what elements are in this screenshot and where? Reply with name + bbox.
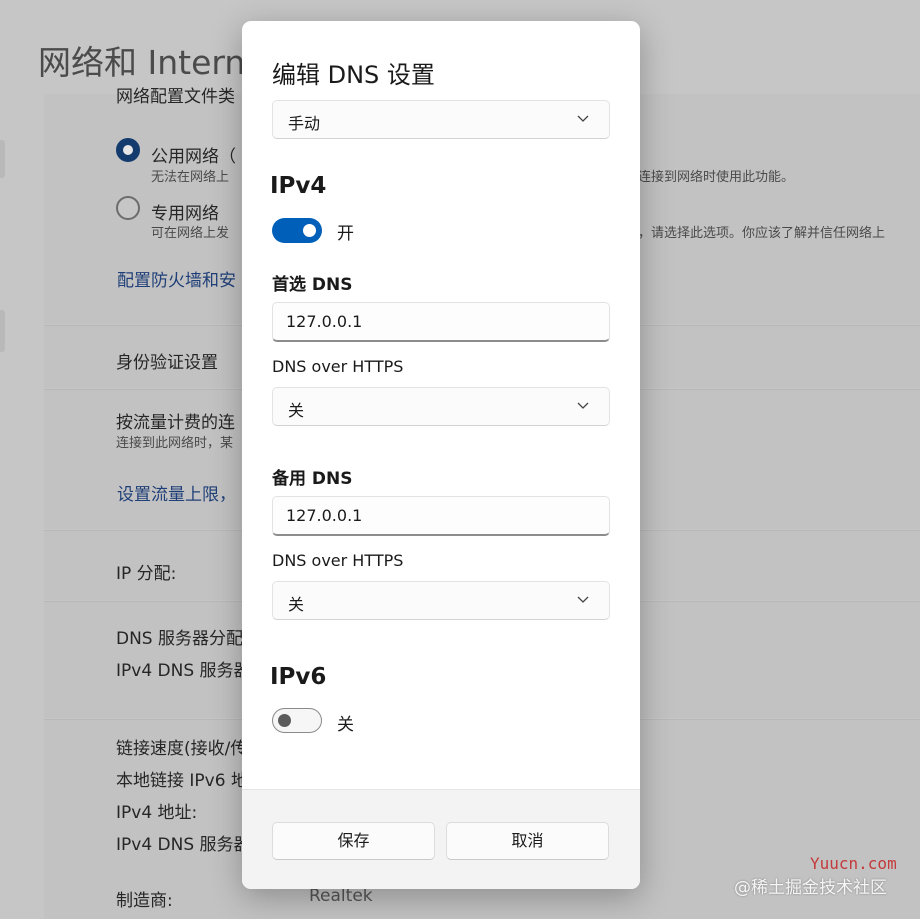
profile-heading: 网络配置文件类 [116, 87, 235, 107]
chevron-down-icon [577, 402, 589, 409]
ipv4-toggle[interactable] [272, 218, 322, 243]
private-network-radio[interactable] [116, 196, 140, 220]
alternate-doh-select[interactable]: 关 [272, 581, 610, 620]
private-network-desc-right: ，请选择此选项。你应该了解并信任网络上 [638, 226, 886, 241]
alternate-dns-value: 127.0.0.1 [286, 506, 363, 525]
dns-mode-value: 手动 [288, 114, 321, 133]
preferred-doh-value: 关 [288, 401, 305, 420]
public-network-desc: 无法在网络上 [151, 170, 230, 185]
ipv6-toggle[interactable] [272, 708, 322, 733]
private-network-desc: 可在网络上发 [151, 226, 230, 241]
alternate-dns-input[interactable]: 127.0.0.1 [272, 496, 610, 536]
toggle-knob [278, 714, 291, 727]
nav-tab-marker [0, 140, 5, 178]
alternate-dns-label: 备用 DNS [272, 469, 353, 489]
auth-settings-label: 身份验证设置 [116, 353, 218, 373]
link-speed-label: 链接速度(接收/传 [116, 739, 248, 759]
ipv4-toggle-label: 开 [337, 224, 354, 244]
dns-mode-select[interactable]: 手动 [272, 100, 610, 139]
private-network-label: 专用网络 [151, 204, 219, 224]
alternate-doh-label: DNS over HTTPS [272, 551, 404, 570]
chevron-down-icon [577, 115, 589, 122]
ipv4-address-label: IPv4 地址: [116, 803, 198, 823]
manufacturer-label: 制造商: [116, 891, 173, 911]
firewall-link[interactable]: 配置防火墙和安 [117, 266, 236, 291]
public-network-label: 公用网络（ [151, 147, 236, 167]
preferred-dns-value: 127.0.0.1 [286, 312, 363, 331]
ip-assignment-label: IP 分配: [116, 564, 177, 584]
preferred-doh-label: DNS over HTTPS [272, 357, 404, 376]
public-network-radio[interactable] [116, 138, 140, 162]
alternate-doh-value: 关 [288, 595, 305, 614]
ipv4-dns-server-label: IPv4 DNS 服务器 [116, 661, 251, 681]
dialog-title: 编辑 DNS 设置 [272, 61, 435, 89]
page-title: 网络和 Intern [38, 43, 246, 82]
nav-tab-marker [0, 310, 5, 352]
preferred-dns-label: 首选 DNS [272, 275, 353, 295]
local-ipv6-label: 本地链接 IPv6 地 [116, 771, 248, 791]
dns-assignment-label: DNS 服务器分配 [116, 629, 244, 649]
watermark-site: Yuucn.com [810, 854, 897, 873]
cancel-button[interactable]: 取消 [446, 822, 609, 860]
ipv6-heading: IPv6 [270, 664, 327, 690]
manufacturer-value: Realtek [309, 886, 373, 906]
watermark-community: @稀土掘金技术社区 [734, 878, 887, 898]
data-limit-link[interactable]: 设置流量上限， [117, 480, 236, 505]
dialog-footer: 保存 取消 [242, 789, 640, 889]
chevron-down-icon [577, 596, 589, 603]
preferred-doh-select[interactable]: 关 [272, 387, 610, 426]
metered-desc: 连接到此网络时，某 [116, 436, 234, 451]
ipv4-dns-server-label-2: IPv4 DNS 服务器 [116, 835, 251, 855]
save-button[interactable]: 保存 [272, 822, 435, 860]
metered-label: 按流量计费的连 [116, 413, 235, 433]
ipv4-heading: IPv4 [270, 173, 327, 199]
ipv6-toggle-label: 关 [337, 715, 354, 735]
toggle-knob [303, 224, 316, 237]
preferred-dns-input[interactable]: 127.0.0.1 [272, 302, 610, 342]
edit-dns-dialog: 编辑 DNS 设置 手动 IPv4 开 首选 DNS 127.0.0.1 DNS… [242, 21, 640, 889]
public-network-desc-right: 连接到网络时使用此功能。 [638, 170, 795, 185]
